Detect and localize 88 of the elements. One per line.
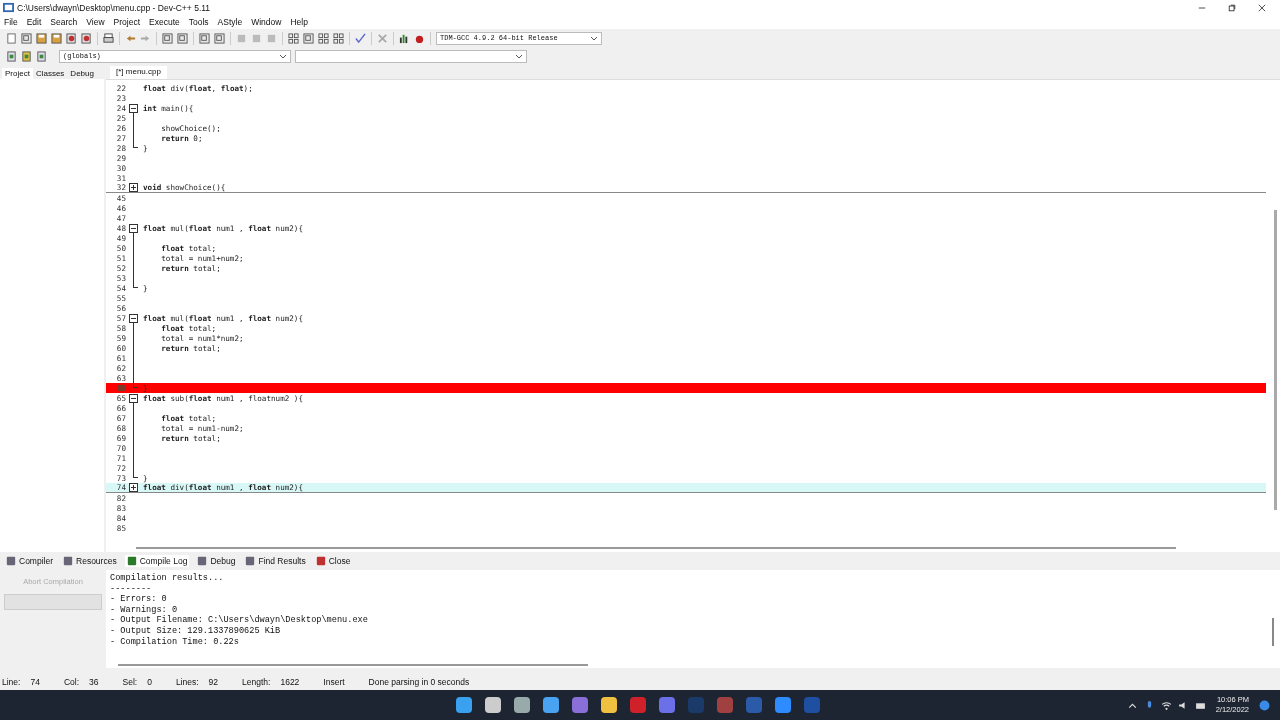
status-value: Done parsing in 0 seconds: [368, 677, 470, 687]
status-value: 0: [147, 677, 152, 687]
tab-icon: [197, 556, 208, 566]
tab-icon: [315, 556, 326, 566]
log-line: - Output Size: 129.1337890625 KiB: [110, 625, 282, 637]
close-icon[interactable]: [1258, 3, 1266, 12]
menu-item[interactable]: Tools: [188, 17, 209, 27]
taskbar-app-icon[interactable]: [454, 695, 474, 715]
toolbar-save-icon[interactable]: [36, 32, 47, 44]
menu-item[interactable]: Window: [251, 17, 282, 27]
output-tab[interactable]: Compiler: [4, 555, 55, 567]
chevron-down-icon[interactable]: [279, 52, 287, 60]
fold-minus-icon[interactable]: [128, 103, 138, 113]
taskbar-app-icon[interactable]: [599, 695, 619, 715]
menu-item[interactable]: Project: [113, 17, 141, 27]
status-value: 74: [30, 677, 40, 687]
status-label: Col:: [63, 677, 80, 687]
taskbar-app-icon[interactable]: [773, 695, 793, 715]
menu-item[interactable]: Help: [290, 17, 308, 27]
scrollbar-thumb[interactable]: [136, 547, 1176, 549]
scrollbar-thumb[interactable]: [1274, 210, 1277, 510]
log-line: - Errors: 0: [110, 594, 168, 605]
maximize-icon[interactable]: [1228, 3, 1236, 12]
scrollbar-thumb[interactable]: [1272, 618, 1274, 646]
status-label: Lines:: [175, 677, 199, 687]
toolbar-check-icon[interactable]: [355, 32, 366, 44]
fold-minus-icon[interactable]: [128, 223, 138, 233]
log-line: Compilation results...: [110, 573, 225, 584]
menu-item[interactable]: File: [4, 17, 18, 27]
tab-icon: [126, 556, 137, 566]
output-tab[interactable]: Resources: [61, 555, 119, 567]
notification-icon[interactable]: [1259, 699, 1270, 711]
status-label: Sel:: [122, 677, 138, 687]
menu-item[interactable]: View: [86, 17, 105, 27]
wifi-icon[interactable]: [1160, 699, 1172, 711]
fold-minus-icon[interactable]: [128, 393, 138, 403]
status-label: Line:: [2, 677, 21, 687]
panel-tab[interactable]: Debug: [67, 68, 97, 79]
log-line: - Warnings: 0: [110, 604, 179, 615]
log-line: --------: [110, 583, 153, 595]
chevron-down-icon[interactable]: [515, 52, 523, 60]
toolbar-class-icon[interactable]: [36, 50, 47, 62]
scrollbar-thumb[interactable]: [118, 664, 588, 666]
menu-item[interactable]: Search: [50, 17, 78, 27]
fold-plus-icon[interactable]: [128, 183, 138, 192]
toolbar-grid-icon[interactable]: [333, 32, 344, 44]
status-value: Insert: [323, 677, 345, 687]
toolbar-grid-icon[interactable]: [288, 32, 299, 44]
output-tab[interactable]: Debug: [195, 555, 238, 567]
panel-tab[interactable]: Classes: [32, 68, 68, 79]
output-tab[interactable]: Close: [313, 555, 353, 567]
fold-minus-icon[interactable]: [128, 313, 138, 323]
tab-icon: [6, 556, 16, 566]
menu-item[interactable]: Execute: [149, 17, 180, 27]
tab-icon: [245, 556, 256, 566]
chevron-down-icon[interactable]: [590, 34, 598, 42]
log-line: - Output Filename: C:\Users\dwayn\Desktop\menu.exe: [110, 615, 369, 626]
fold-end-line: [132, 473, 138, 478]
toolbar-class-icon[interactable]: [6, 50, 17, 62]
toolbar-print-icon[interactable]: [103, 32, 114, 44]
output-tab[interactable]: Find Results: [243, 555, 308, 567]
taskbar-app-icon[interactable]: [483, 695, 503, 715]
window-title: C:\Users\dwayn\Desktop\menu.cpp - Dev-C++ 5.11: [17, 2, 211, 13]
fold-end-line: [132, 143, 138, 148]
taskbar-app-icon[interactable]: [570, 695, 590, 715]
status-label: Length:: [242, 677, 271, 687]
fold-plus-icon[interactable]: [128, 483, 138, 492]
toolbar-new-icon[interactable]: [6, 32, 17, 44]
status-value: 36: [89, 677, 99, 687]
toolbar-grid-icon[interactable]: [318, 32, 329, 44]
status-value: 1622: [280, 677, 300, 687]
menu-item[interactable]: AStyle: [217, 17, 243, 27]
toolbar-class-icon[interactable]: [21, 50, 32, 62]
status-value: 92: [208, 677, 219, 687]
file-tab[interactable]: [*] menu.cpp: [110, 66, 167, 79]
taskbar-app-icon[interactable]: [512, 695, 532, 715]
panel-tab[interactable]: Project: [2, 68, 33, 79]
fold-end-line: [132, 383, 138, 388]
menu-item[interactable]: Edit: [26, 17, 42, 27]
output-tab[interactable]: Compile Log: [124, 555, 190, 567]
error-marker-icon: [117, 384, 126, 392]
toolbar-saveall-icon[interactable]: [51, 32, 62, 44]
tab-icon: [63, 556, 73, 566]
toolbar-chart-icon[interactable]: [399, 32, 410, 44]
code-editor[interactable]: [106, 79, 1280, 552]
log-line: - Compilation Time: 0.22s: [110, 636, 240, 648]
fold-end-line: [132, 283, 138, 288]
taskbar-app-icon[interactable]: [541, 695, 561, 715]
